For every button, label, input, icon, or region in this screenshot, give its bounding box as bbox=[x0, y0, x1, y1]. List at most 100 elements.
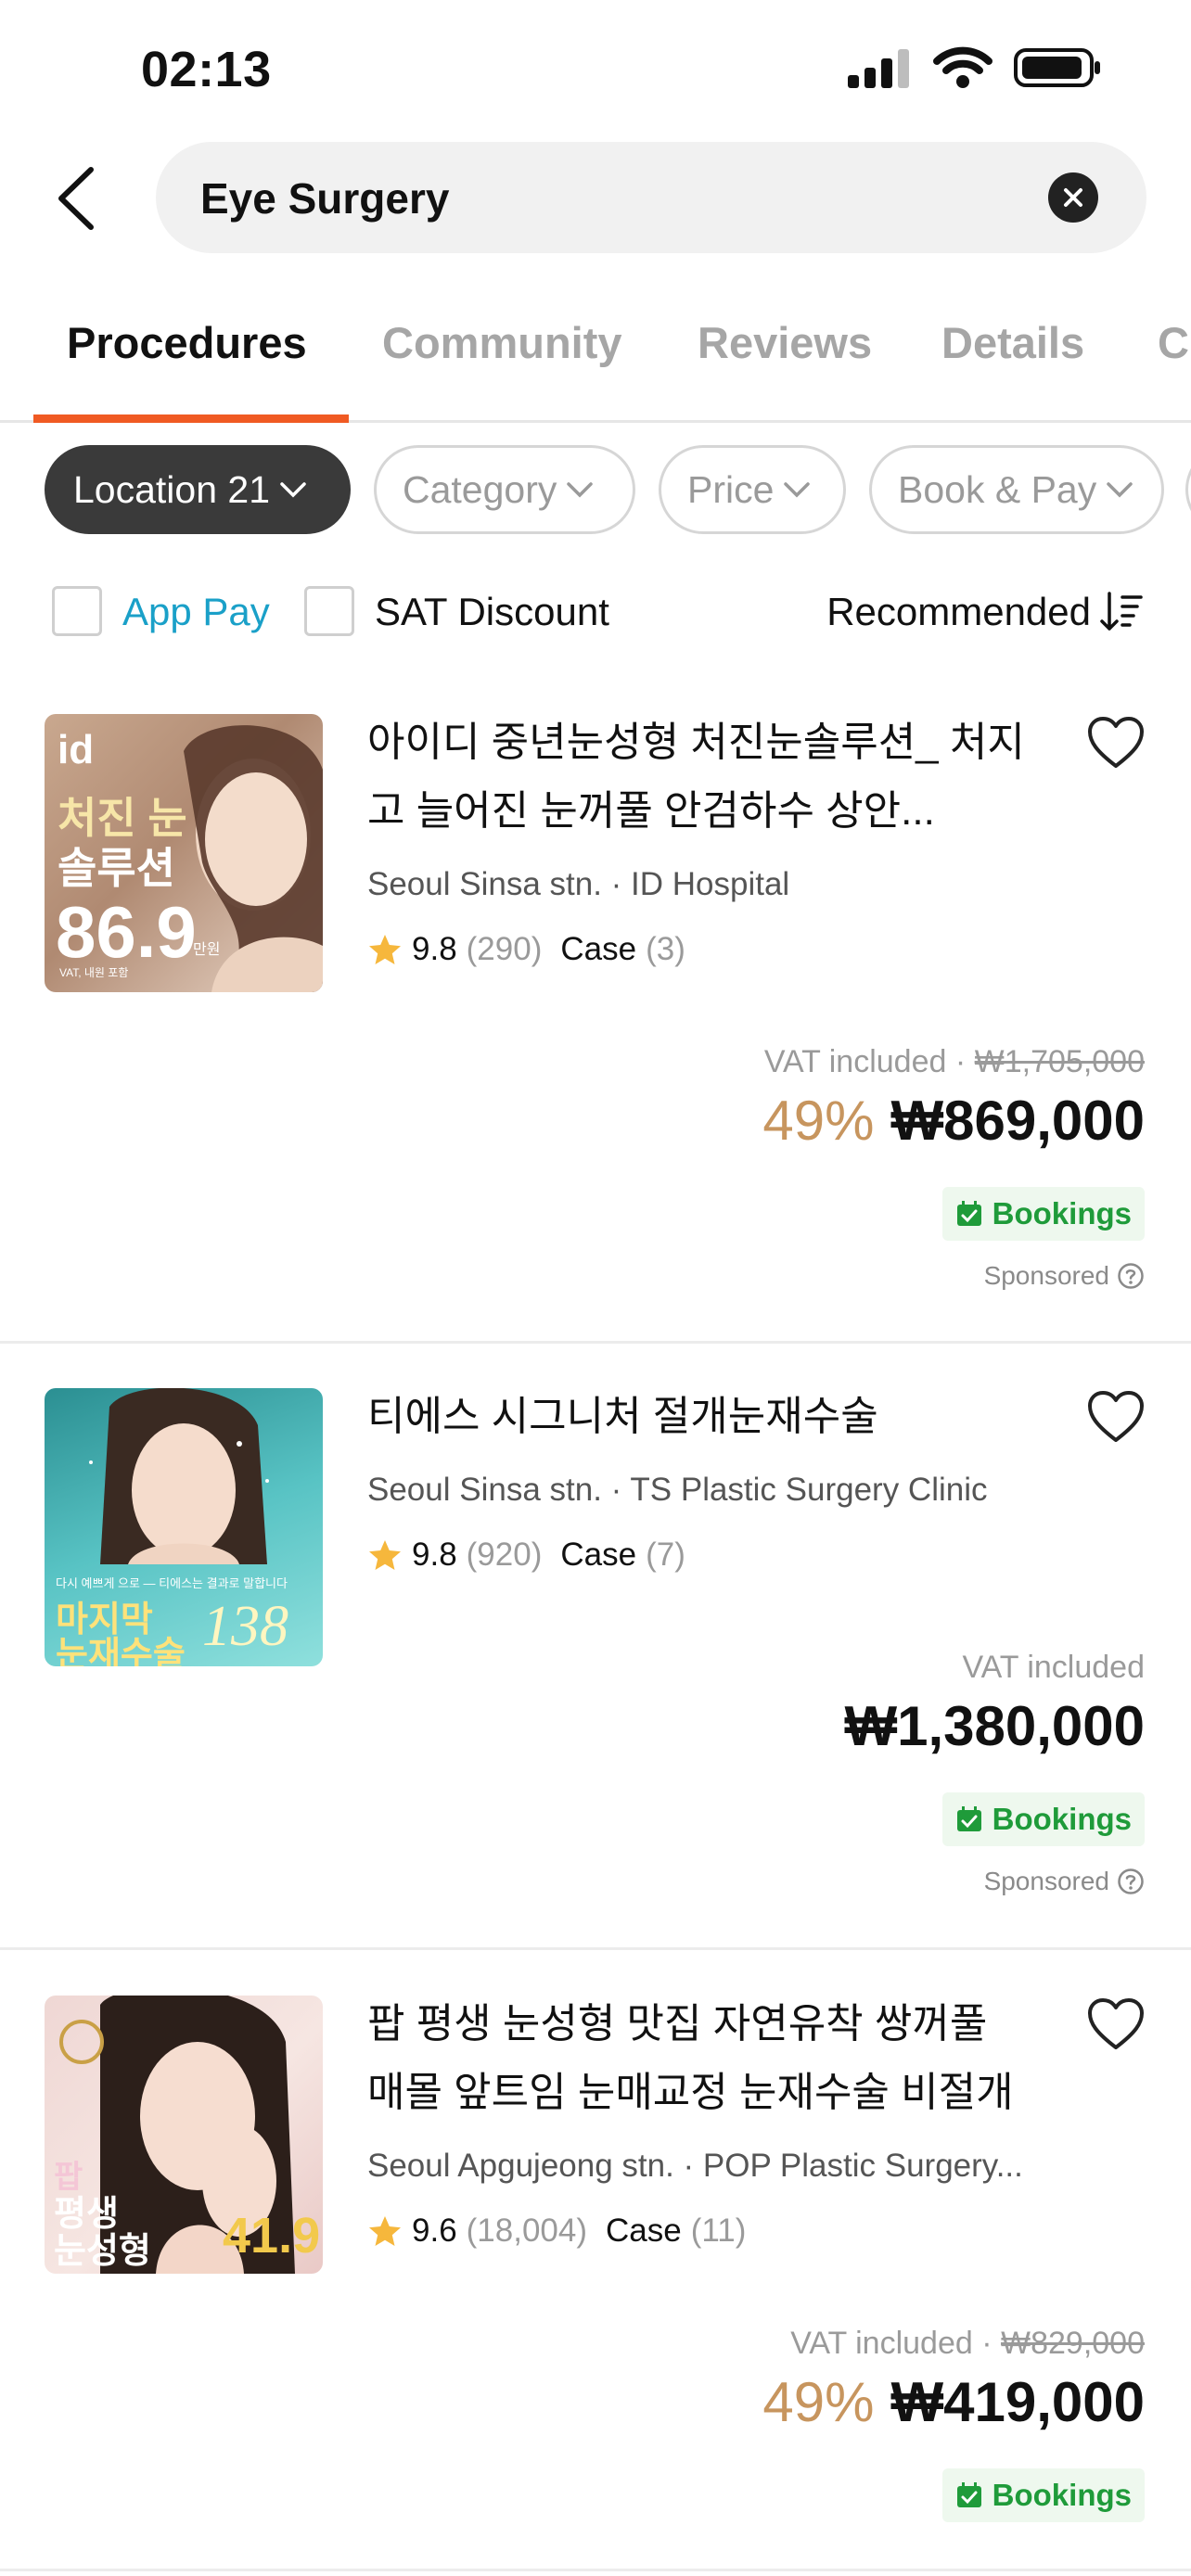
vat-line: VAT included · ₩829,000 bbox=[790, 2326, 1145, 2361]
sponsored-text: Sponsored bbox=[983, 1261, 1109, 1290]
battery-icon bbox=[1014, 48, 1100, 87]
procedure-title[interactable]: 티에스 시그니처 절개눈재수술 bbox=[367, 1383, 1035, 1451]
heart-icon[interactable] bbox=[1087, 1997, 1145, 2051]
sponsored-text: Sponsored bbox=[983, 1867, 1109, 1895]
search-query: Eye Surgery bbox=[200, 174, 450, 223]
discount-rate: 49% bbox=[762, 2371, 875, 2433]
location-filter-chip[interactable]: Location 21 bbox=[45, 445, 351, 534]
discount-rate: 49% bbox=[762, 1090, 875, 1152]
case-label: Case bbox=[560, 1537, 637, 1573]
bookings-badge: Bookings bbox=[941, 2468, 1145, 2522]
vat-line: VAT included bbox=[962, 1650, 1145, 1686]
calendar-check-icon bbox=[956, 1201, 981, 1226]
sale-price: ₩1,380,000 bbox=[844, 1695, 1145, 1757]
procedure-card[interactable]: 팝 평생 눈성형 41.9 팝 평생 눈성형 맛집 자연유착 쌍꺼풀 매몰 앞트… bbox=[0, 1996, 1191, 2576]
back-button[interactable] bbox=[48, 163, 104, 234]
price-filter-label: Price bbox=[687, 467, 775, 511]
case-count: (11) bbox=[690, 2213, 747, 2249]
thumb-note: VAT, 내원 포함 bbox=[59, 966, 129, 979]
status-icons bbox=[848, 46, 1102, 89]
case-count: (3) bbox=[646, 931, 685, 967]
chevron-down-icon bbox=[280, 482, 306, 498]
thumb-caption: 다시 예쁘게 으로 — 티에스는 결과로 말합니다 bbox=[56, 1576, 288, 1590]
sale-price: ₩869,000 bbox=[890, 1090, 1145, 1152]
sort-dropdown[interactable]: Recommended bbox=[826, 590, 1091, 634]
thumb-price: 41.9 bbox=[223, 2208, 321, 2264]
search-input[interactable]: Eye Surgery bbox=[156, 142, 1146, 253]
procedure-thumbnail[interactable]: 팝 평생 눈성형 41.9 bbox=[45, 1996, 323, 2274]
price-filter-chip[interactable]: Price bbox=[659, 445, 846, 534]
tab-reviews[interactable]: Reviews bbox=[698, 317, 872, 368]
star-icon bbox=[369, 1540, 401, 1570]
bookings-label: Bookings bbox=[992, 2478, 1132, 2512]
book-pay-filter-chip[interactable]: Book & Pay bbox=[869, 445, 1164, 534]
vat-line: VAT included · ₩1,705,000 bbox=[763, 1044, 1145, 1079]
sponsored-label[interactable]: Sponsored bbox=[984, 1261, 1145, 1291]
location-filter-label: Location 21 bbox=[73, 467, 271, 511]
thumb-brand: id bbox=[58, 727, 95, 772]
rating-row: 9.6 (18,004) Case (11) bbox=[367, 2213, 746, 2250]
tab-bar: Procedures Community Reviews Details C bbox=[0, 306, 1191, 423]
chevron-down-icon bbox=[1107, 482, 1133, 498]
tab-truncated[interactable]: C bbox=[1158, 317, 1189, 368]
tab-community[interactable]: Community bbox=[382, 317, 622, 368]
clinic-location: Seoul Apgujeong stn. · POP Plastic Surge… bbox=[367, 2148, 1023, 2184]
rating-count: (290) bbox=[466, 931, 543, 967]
original-price: ₩829,000 bbox=[1001, 2326, 1145, 2361]
app-pay-checkbox[interactable] bbox=[52, 586, 102, 636]
divider bbox=[0, 1341, 1191, 1344]
chevron-left-icon bbox=[58, 167, 94, 230]
sat-discount-label[interactable]: SAT Discount bbox=[375, 590, 609, 634]
procedure-title[interactable]: 팝 평생 눈성형 맛집 자연유착 쌍꺼풀 매몰 앞트임 눈매교정 눈재수술 비절… bbox=[367, 1990, 1035, 2127]
app-pay-label[interactable]: App Pay bbox=[122, 590, 270, 634]
calendar-check-icon bbox=[956, 1806, 981, 1831]
thumb-price: 86.9 bbox=[56, 891, 197, 973]
help-circle-icon bbox=[1118, 1868, 1144, 1894]
rating-count: (920) bbox=[466, 1537, 543, 1573]
options-row: App Pay SAT Discount Recommended bbox=[0, 580, 1191, 645]
help-circle-icon bbox=[1118, 1263, 1144, 1289]
bookings-label: Bookings bbox=[992, 1196, 1132, 1231]
active-tab-indicator bbox=[33, 414, 349, 423]
calendar-check-icon bbox=[956, 2482, 981, 2507]
sort-icon[interactable] bbox=[1100, 590, 1143, 632]
wifi-icon bbox=[933, 46, 992, 88]
heart-icon[interactable] bbox=[1087, 716, 1145, 770]
close-icon bbox=[1064, 188, 1082, 207]
price-line: 49% ₩419,000 bbox=[762, 2370, 1145, 2434]
thumb-line2: 눈재수술 bbox=[56, 1636, 186, 1666]
thumb-unit: 만원 bbox=[193, 942, 221, 958]
category-filter-chip[interactable]: Category bbox=[374, 445, 635, 534]
vat-label: VAT included bbox=[790, 2326, 973, 2361]
sponsored-label[interactable]: Sponsored bbox=[984, 1867, 1145, 1896]
procedure-thumbnail[interactable]: 다시 예쁘게 으로 — 티에스는 결과로 말합니다 마지막 눈재수술 138 bbox=[45, 1388, 323, 1666]
rating-count: (18,004) bbox=[466, 2213, 588, 2249]
rating-row: 9.8 (920) Case (7) bbox=[367, 1537, 685, 1574]
category-filter-label: Category bbox=[403, 467, 557, 511]
tab-procedures[interactable]: Procedures bbox=[67, 317, 307, 368]
original-price: ₩1,705,000 bbox=[974, 1044, 1145, 1079]
case-label: Case bbox=[606, 2213, 682, 2249]
clinic-location: Seoul Sinsa stn. · ID Hospital bbox=[367, 866, 790, 902]
book-pay-filter-label: Book & Pay bbox=[898, 467, 1097, 511]
divider bbox=[0, 2569, 1191, 2571]
cellular-signal-icon bbox=[848, 49, 909, 88]
sat-discount-checkbox[interactable] bbox=[304, 586, 354, 636]
vat-label: VAT included bbox=[763, 1044, 947, 1079]
clear-search-button[interactable] bbox=[1048, 172, 1098, 223]
procedure-title[interactable]: 아이디 중년눈성형 처진눈솔루션_ 처지고 늘어진 눈꺼풀 안검하수 상안... bbox=[367, 708, 1035, 846]
price-line: 49% ₩869,000 bbox=[762, 1089, 1145, 1153]
star-icon bbox=[369, 2216, 401, 2246]
tab-details[interactable]: Details bbox=[941, 317, 1084, 368]
procedure-card[interactable]: id 처진 눈 솔루션 86.9 만원 VAT, 내원 포함 아이디 중년눈성형… bbox=[0, 714, 1191, 1341]
procedure-card[interactable]: 다시 예쁘게 으로 — 티에스는 결과로 말합니다 마지막 눈재수술 138 티… bbox=[0, 1388, 1191, 1945]
case-count: (7) bbox=[646, 1537, 685, 1573]
status-bar: 02:13 bbox=[0, 0, 1191, 139]
procedure-thumbnail[interactable]: id 처진 눈 솔루션 86.9 만원 VAT, 내원 포함 bbox=[45, 714, 323, 992]
more-filter-chip[interactable] bbox=[1185, 445, 1191, 534]
vat-label: VAT included bbox=[962, 1650, 1145, 1685]
chevron-down-icon bbox=[784, 482, 811, 498]
filter-chips: Location 21 Category Price Book & Pay bbox=[0, 445, 1191, 534]
status-time: 02:13 bbox=[141, 42, 272, 97]
heart-icon[interactable] bbox=[1087, 1390, 1145, 1444]
